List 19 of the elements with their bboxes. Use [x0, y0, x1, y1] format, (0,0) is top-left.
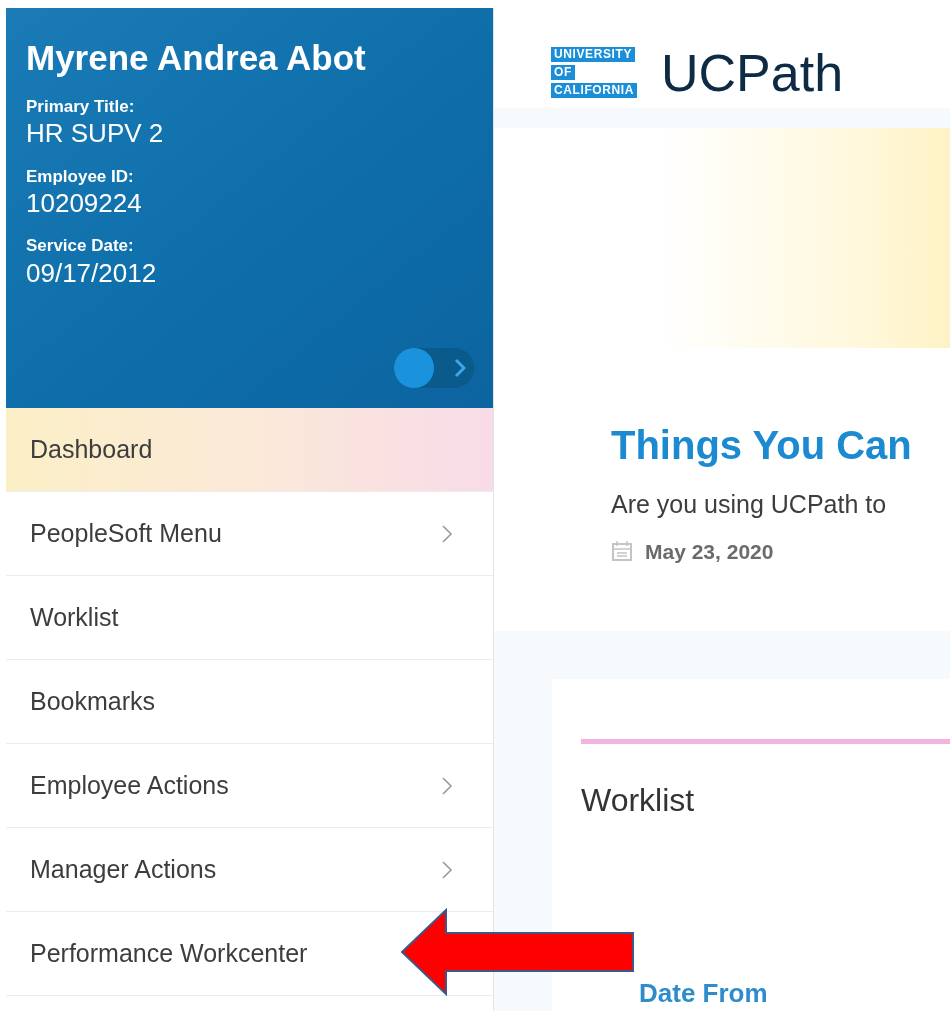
news-title: Things You Can [611, 422, 913, 469]
field-label: Primary Title: [26, 95, 136, 117]
app-title: UCPath [661, 46, 844, 99]
worklist-title: Worklist [581, 781, 696, 820]
news-date: May 23, 2020 [645, 538, 774, 565]
field-value: HR SUPV 2 [26, 117, 165, 150]
field-value: 10209224 [26, 186, 143, 220]
university-logo: UNIVERSITY OF CALIFORNIA [551, 47, 637, 98]
field-label: Employee ID: [26, 165, 135, 187]
chevron-right-icon [454, 358, 466, 378]
menu-item[interactable]: Dashboard [6, 408, 493, 491]
field-value: 09/17/2012 [26, 256, 158, 289]
column-heading: Date From [639, 977, 769, 1010]
field-label: Service Date: [26, 235, 135, 257]
arrow-icon [400, 908, 636, 996]
employee-name: Myrene Andrea Abot [26, 37, 367, 79]
calendar-icon [611, 540, 633, 563]
expand-toggle[interactable] [394, 348, 474, 388]
news-summary: Are you using UCPath to [611, 489, 888, 520]
